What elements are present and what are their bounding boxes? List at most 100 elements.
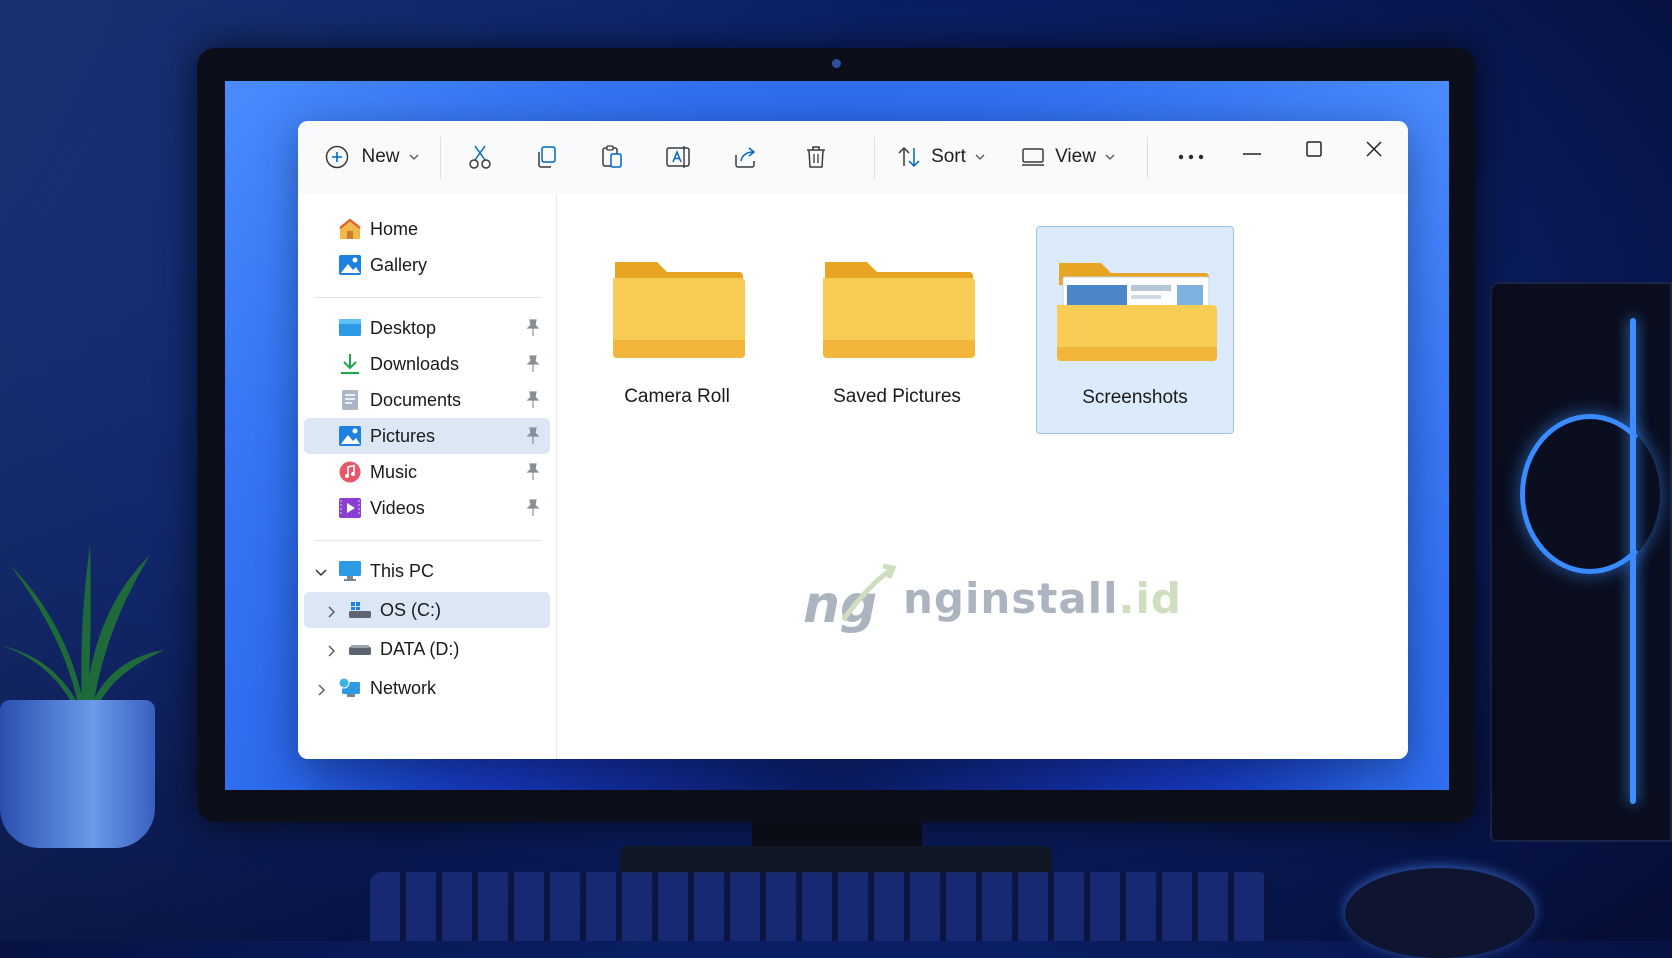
cut-icon [468, 144, 492, 170]
sidebar-item-label: Home [370, 219, 419, 239]
sidebar-item-label: Downloads [370, 354, 460, 374]
pc-light-strip [1630, 318, 1636, 804]
sidebar-item-music[interactable]: Music [304, 454, 550, 490]
chevron-down-icon [975, 154, 985, 160]
maximize-button[interactable] [1286, 131, 1342, 171]
share-icon [733, 145, 759, 169]
delete-button[interactable] [792, 135, 840, 179]
sidebar-item-network[interactable]: Network [304, 670, 550, 706]
folder-item-camera-roll[interactable]: Camera Roll [597, 226, 757, 432]
maximize-icon [1306, 140, 1322, 162]
more-options-button[interactable] [1164, 135, 1218, 179]
rename-button[interactable] [654, 135, 702, 179]
sidebar-divider [314, 297, 542, 298]
delete-icon [805, 145, 827, 169]
sidebar-item-videos[interactable]: Videos [304, 490, 550, 526]
copy-icon [534, 145, 558, 169]
folder-name: Screenshots [1082, 387, 1188, 408]
folder-item-screenshots[interactable]: Screenshots [1036, 226, 1234, 434]
chevron-right-icon[interactable] [324, 642, 338, 657]
sidebar-item-label: Documents [370, 390, 462, 410]
sidebar-item-this-pc[interactable]: This PC [304, 553, 550, 589]
music-icon [338, 461, 362, 483]
pin-icon[interactable] [525, 463, 541, 481]
webcam-icon [832, 59, 841, 68]
pin-icon[interactable] [525, 427, 541, 445]
pin-icon[interactable] [525, 391, 541, 409]
sidebar-item-label: Videos [370, 498, 425, 518]
sidebar-item-os-drive[interactable]: OS (C:) [304, 592, 550, 628]
sidebar-item-label: Music [370, 462, 418, 482]
watermark-mark: ng [803, 575, 877, 635]
folder-content-area: Camera Roll Saved Pictures Screenshots [557, 194, 1408, 759]
videos-icon [338, 497, 362, 519]
pin-icon[interactable] [525, 499, 541, 517]
folder-item-saved-pictures[interactable]: Saved Pictures [807, 226, 987, 432]
rename-icon [665, 145, 691, 169]
network-icon [338, 677, 362, 699]
view-icon [1021, 147, 1045, 167]
watermark-logo: ng nginstall.id [803, 560, 1181, 640]
home-icon [338, 218, 362, 240]
sort-icon [897, 145, 921, 169]
new-label: New [361, 146, 400, 167]
watermark-text: nginstall.id [903, 574, 1182, 623]
copy-button[interactable] [522, 135, 570, 179]
sidebar-item-home[interactable]: Home [304, 211, 550, 247]
new-button[interactable]: New [320, 135, 424, 179]
pin-icon[interactable] [525, 355, 541, 373]
more-icon [1178, 154, 1204, 160]
minimize-button[interactable] [1224, 131, 1280, 171]
watermark-tld: .id [1118, 574, 1182, 623]
os-drive-icon [348, 599, 372, 621]
sidebar-item-label: This PC [370, 561, 435, 581]
chevron-down-icon [1105, 154, 1115, 160]
pc-fan-ring [1520, 414, 1660, 574]
view-label: View [1055, 146, 1096, 167]
toolbar-divider [440, 137, 441, 179]
minimize-icon [1243, 142, 1261, 160]
watermark-name: nginstall [903, 574, 1119, 623]
sidebar-item-pictures[interactable]: Pictures [304, 418, 550, 454]
chevron-right-icon[interactable] [314, 681, 328, 696]
folder-name: Saved Pictures [833, 386, 961, 407]
mouse [1345, 868, 1535, 958]
folder-icon [807, 240, 987, 375]
pictures-icon [338, 425, 362, 447]
navigation-pane: Home Gallery Desktop Downloads Documents… [298, 194, 557, 759]
toolbar-divider [1147, 137, 1148, 179]
sort-button[interactable]: Sort [890, 135, 992, 179]
documents-icon [338, 389, 362, 411]
paste-icon [600, 144, 624, 170]
close-button[interactable] [1346, 131, 1402, 171]
toolbar-divider [874, 137, 875, 179]
chevron-down-icon[interactable] [314, 564, 328, 578]
view-button[interactable]: View [1016, 135, 1120, 179]
sidebar-item-label: Desktop [370, 318, 437, 338]
share-button[interactable] [722, 135, 770, 179]
chevron-right-icon[interactable] [324, 603, 338, 618]
folder-name: Camera Roll [624, 386, 730, 407]
folder-with-preview-icon [1037, 241, 1233, 376]
close-icon [1366, 140, 1382, 162]
pin-icon[interactable] [525, 319, 541, 337]
sidebar-item-label: Network [370, 678, 437, 698]
data-drive-icon [348, 638, 372, 660]
sidebar-item-label: OS (C:) [380, 600, 441, 620]
desktop-icon [338, 317, 362, 339]
cut-button[interactable] [456, 135, 504, 179]
ng-logo-icon: ng [803, 563, 897, 635]
sidebar-divider [314, 540, 542, 541]
paste-button[interactable] [588, 135, 636, 179]
sidebar-item-desktop[interactable]: Desktop [304, 310, 550, 346]
sidebar-item-downloads[interactable]: Downloads [304, 346, 550, 382]
sidebar-item-data-drive[interactable]: DATA (D:) [304, 631, 550, 667]
downloads-icon [338, 353, 362, 375]
sidebar-item-label: Pictures [370, 426, 436, 446]
sidebar-item-gallery[interactable]: Gallery [304, 247, 550, 283]
sidebar-item-label: Gallery [370, 255, 428, 275]
sidebar-item-documents[interactable]: Documents [304, 382, 550, 418]
keyboard [370, 872, 1270, 941]
plant-decoration [0, 545, 165, 715]
chevron-down-icon [409, 154, 419, 160]
